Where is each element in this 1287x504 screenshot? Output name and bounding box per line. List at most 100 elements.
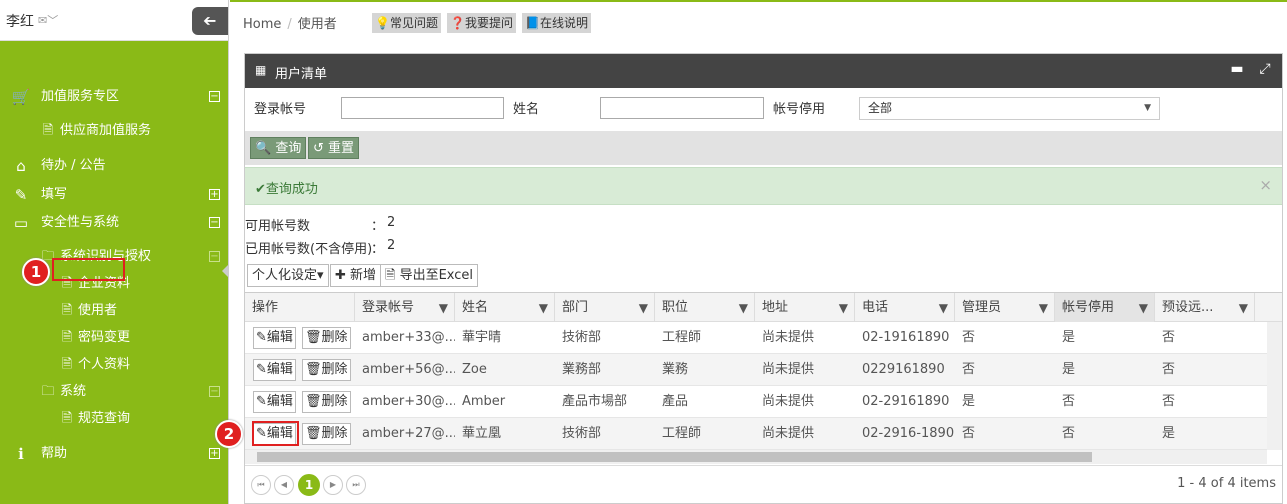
prev-page-icon[interactable]: ◀ (274, 475, 294, 495)
expand-icon[interactable]: + (209, 189, 220, 200)
collapse-icon[interactable]: − (209, 91, 220, 102)
edit-button[interactable]: ✎编辑 (253, 359, 296, 381)
ask-question-button[interactable]: ❓我要提问 (447, 13, 516, 33)
breadcrumb: Home / 使用者 (243, 13, 337, 32)
minimize-icon[interactable]: ▬ (1226, 61, 1248, 81)
user-menu-icon[interactable]: ✉﹀ (38, 12, 58, 28)
sidebar-item-spec-query[interactable]: 🗎 规范查询 (0, 406, 229, 432)
export-excel-button[interactable]: 🗎 导出至Excel (380, 264, 479, 287)
column-header-title[interactable]: 职位 ▼ (655, 293, 755, 322)
sidebar-item-fill[interactable]: ✎ 填写 + (0, 182, 229, 208)
close-icon[interactable]: × (1259, 176, 1272, 194)
cell-admin: 否 (962, 426, 976, 441)
column-label: 职位 (662, 300, 689, 315)
edit-button[interactable]: ✎编辑 (253, 327, 296, 349)
breadcrumb-separator: / (287, 17, 292, 32)
sidebar-item-value-added-zone[interactable]: 🛒 加值服务专区 − (0, 84, 229, 110)
cell-admin: 否 (962, 362, 976, 377)
query-button[interactable]: 🔍 查询 (250, 137, 307, 159)
user-name[interactable]: 李红 (6, 11, 34, 31)
column-header-name[interactable]: 姓名 ▼ (455, 293, 555, 322)
column-label: 电话 (862, 300, 889, 315)
cell-name: 華宇晴 (462, 330, 502, 345)
sidebar-item-label: 系统 (60, 384, 87, 399)
cell-dept: 技術部 (562, 330, 602, 345)
filter-icon[interactable]: ▼ (439, 294, 448, 323)
vertical-scrollbar[interactable] (1267, 322, 1282, 450)
grid-icon: ▦ (255, 63, 267, 77)
delete-button[interactable]: 🗑删除 (302, 391, 351, 413)
filter-icon[interactable]: ▼ (939, 294, 948, 323)
sidebar-item-label: 待办 / 公告 (41, 158, 106, 173)
column-header-phone[interactable]: 电话 ▼ (855, 293, 955, 322)
breadcrumb-home[interactable]: Home (243, 17, 281, 32)
cell-address: 尚未提供 (762, 394, 815, 409)
delete-button[interactable]: 🗑删除 (302, 359, 351, 381)
sidebar-item-password[interactable]: 🗎 密码变更 (0, 325, 229, 351)
filter-icon[interactable]: ▼ (539, 294, 548, 323)
panel-header: ▦ 用户清单 ▬ ⤢ (245, 54, 1282, 88)
filter-icon[interactable]: ▼ (739, 294, 748, 323)
cell-admin: 否 (962, 330, 976, 345)
reset-button[interactable]: ↺ 重置 (308, 137, 360, 159)
sidebar-item-supplier-services[interactable]: 🗎 供应商加值服务 (0, 118, 229, 144)
cell-account: amber+33@... (362, 330, 455, 345)
cell-phone: 02-29161890 (862, 394, 950, 409)
filter-icon[interactable]: ▼ (1239, 294, 1248, 323)
delete-button[interactable]: 🗑删除 (302, 327, 351, 349)
column-header-dept[interactable]: 部门 ▼ (555, 293, 655, 322)
filter-icon[interactable]: ▼ (1039, 294, 1048, 323)
success-alert: ✔查询成功 × (245, 167, 1282, 205)
sidebar-item-label: 使用者 (78, 303, 118, 318)
personalize-button[interactable]: 个人化设定▾ (247, 264, 329, 287)
doc-icon: 🗎 (42, 123, 54, 138)
next-page-icon[interactable]: ▶ (323, 475, 343, 495)
name-filter-input[interactable] (600, 97, 764, 119)
sidebar-item-todo[interactable]: ⌂ 待办 / 公告 (0, 153, 229, 179)
panel-title: 用户清单 (275, 67, 328, 82)
sidebar-item-label: 密码变更 (78, 330, 131, 345)
expand-icon[interactable]: + (209, 448, 220, 459)
sidebar-item-profile[interactable]: 🗎 个人资料 (0, 352, 229, 378)
last-page-icon[interactable]: ⏭ (346, 475, 366, 495)
doc-icon: 🗎 (61, 357, 73, 372)
collapse-sidebar-button[interactable]: ➔ (192, 7, 228, 35)
filter-icon[interactable]: ▼ (839, 294, 848, 323)
column-header-admin[interactable]: 管理员 ▼ (955, 293, 1055, 322)
column-label: 登录帐号 (362, 300, 415, 315)
column-header-remote[interactable]: 预设远... ▼ (1155, 293, 1255, 322)
table-row: ✎编辑 🗑删除 amber+56@... Zoe 業務部 業務 尚未提供 022… (245, 354, 1267, 386)
column-header-account[interactable]: 登录帐号 ▼ (355, 293, 455, 322)
sidebar-item-label: 填写 (41, 187, 68, 202)
account-filter-input[interactable] (341, 97, 504, 119)
fullscreen-icon[interactable]: ⤢ (1254, 61, 1276, 81)
user-bar: 李红 ✉﹀ ➔ (0, 0, 228, 41)
sidebar-item-help[interactable]: ℹ 帮助 + (0, 441, 229, 467)
collapse-icon[interactable]: − (209, 386, 220, 397)
scrollbar-thumb[interactable] (257, 452, 1092, 462)
column-header-disabled[interactable]: 帐号停用 ▼ (1055, 293, 1155, 322)
sidebar-item-system[interactable]: 🗀 系统 − (0, 379, 229, 405)
delete-button[interactable]: 🗑删除 (302, 423, 351, 445)
folder-icon: 🗀 (41, 384, 55, 399)
sidebar-item-security[interactable]: ▭ 安全性与系统 − (0, 210, 229, 236)
column-label: 地址 (762, 300, 789, 315)
current-page[interactable]: 1 (298, 474, 320, 496)
collapse-icon[interactable]: − (209, 251, 220, 262)
column-label: 部门 (562, 300, 589, 315)
available-accounts-separator: ： (371, 219, 385, 234)
filter-icon[interactable]: ▼ (639, 294, 648, 323)
cell-dept: 產品市場部 (562, 394, 628, 409)
disabled-filter-select[interactable]: 全部 ▼ (859, 97, 1160, 120)
sidebar-item-users[interactable]: 🗎 使用者 (0, 298, 229, 324)
add-user-button[interactable]: ✚ 新增 (330, 264, 382, 287)
horizontal-scrollbar[interactable] (245, 450, 1267, 464)
online-manual-button[interactable]: 📘在线说明 (522, 13, 591, 33)
edit-button[interactable]: ✎编辑 (253, 391, 296, 413)
column-header-address[interactable]: 地址 ▼ (755, 293, 855, 322)
filter-icon[interactable]: ▼ (1139, 294, 1148, 323)
faq-button[interactable]: 💡常见问题 (372, 13, 441, 33)
first-page-icon[interactable]: ⏮ (251, 475, 271, 495)
collapse-icon[interactable]: − (209, 217, 220, 228)
column-label: 操作 (252, 300, 279, 315)
